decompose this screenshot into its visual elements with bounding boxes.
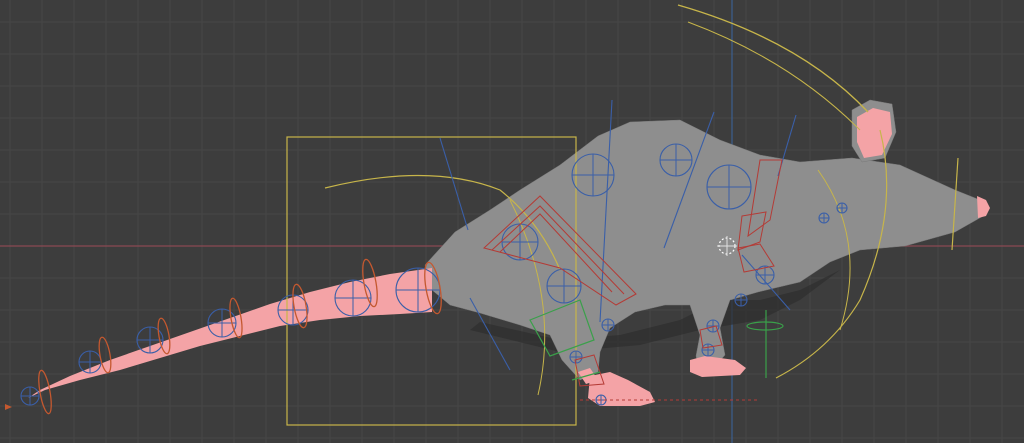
rat-front-foot	[690, 356, 746, 377]
tail-tip-arrow-icon[interactable]	[5, 404, 12, 410]
viewport-canvas[interactable]	[0, 0, 1024, 443]
rat-hind-foot	[588, 372, 655, 406]
rat-nose	[977, 196, 990, 218]
3d-viewport[interactable]	[0, 0, 1024, 443]
rat-tail[interactable]	[28, 268, 432, 398]
rat-body-mesh[interactable]	[424, 119, 986, 381]
spine-line-1	[439, 137, 469, 231]
head-arc-control-1[interactable]	[677, 4, 869, 113]
